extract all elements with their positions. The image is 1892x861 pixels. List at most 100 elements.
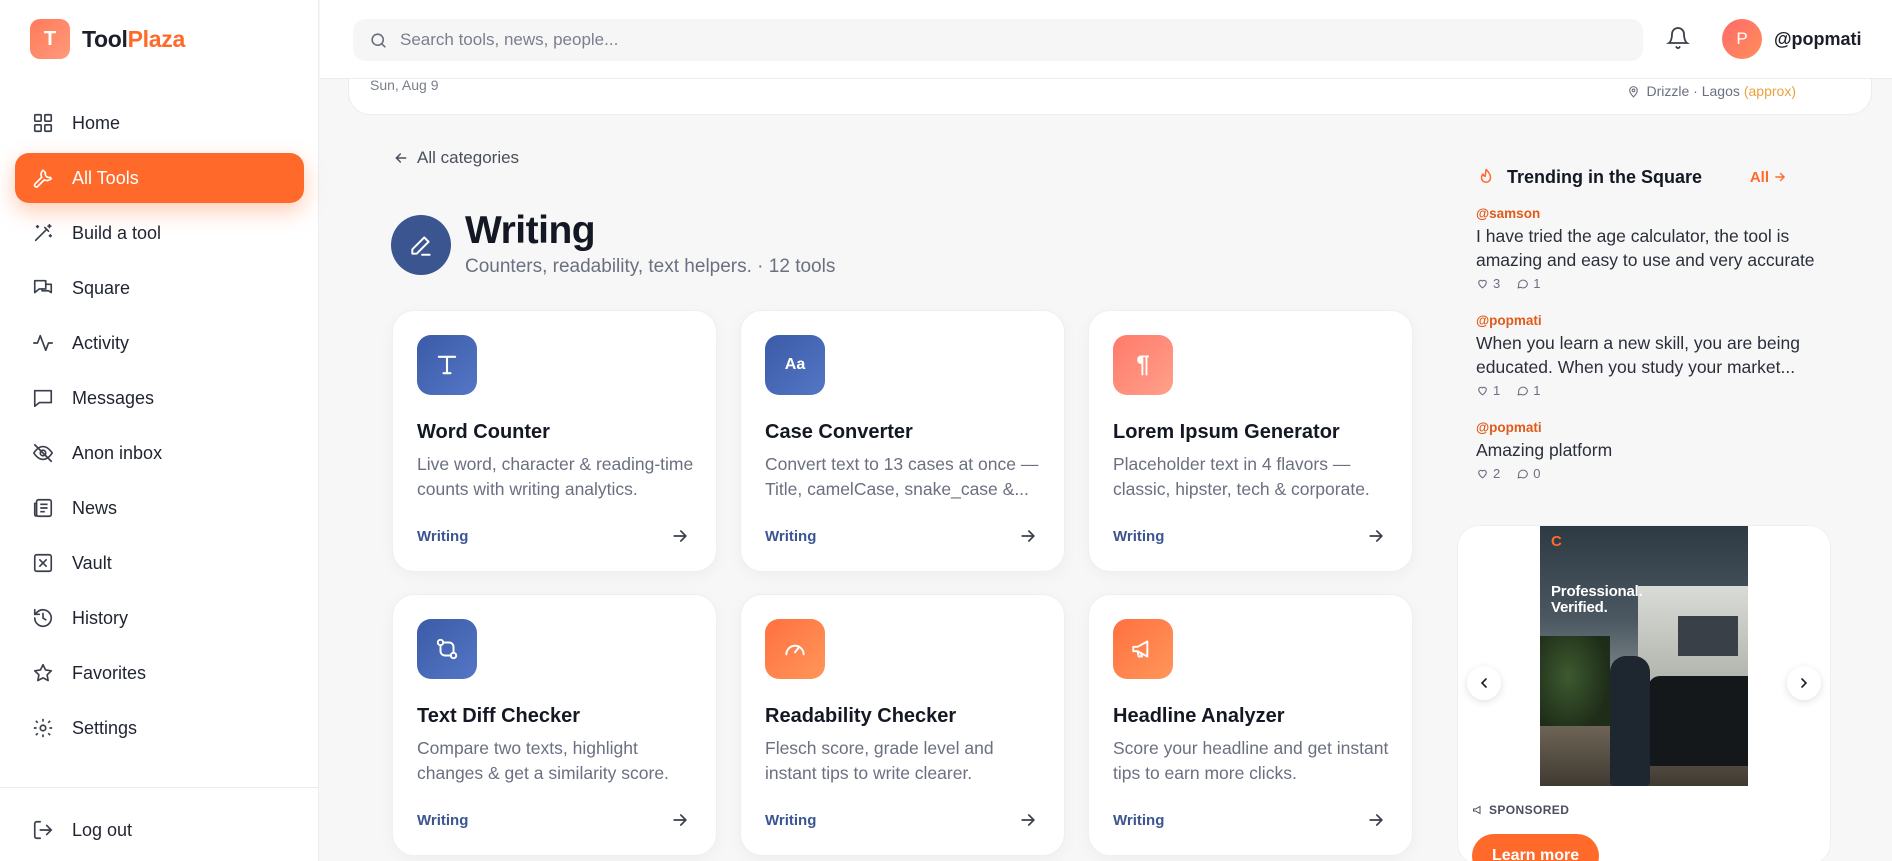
search-icon [369, 31, 388, 50]
carousel-next-button[interactable] [1787, 666, 1821, 700]
tool-category-tag: Writing [1113, 528, 1165, 545]
page-title: Writing [465, 209, 596, 252]
heart-icon [1476, 384, 1489, 397]
vault-icon [31, 551, 55, 575]
bell-icon[interactable] [1666, 26, 1690, 55]
like-button[interactable]: 1 [1476, 383, 1500, 398]
arrow-right-icon [670, 526, 690, 546]
tool-title: Word Counter [417, 421, 550, 443]
sidebar-item-anon-inbox[interactable]: Anon inbox [15, 428, 304, 478]
tool-title: Lorem Ipsum Generator [1113, 421, 1340, 443]
search-bar[interactable] [353, 19, 1643, 61]
post-handle[interactable]: @popmati [1476, 313, 1816, 328]
sidebar-item-square[interactable]: Square [15, 263, 304, 313]
tool-description: Convert text to 13 cases at once — Title… [765, 454, 1039, 499]
comment-button[interactable]: 1 [1516, 276, 1540, 291]
sidebar: T ToolPlaza Home All Tools Build a tool [0, 0, 319, 861]
chat-bubbles-icon [31, 276, 55, 300]
sidebar-item-settings[interactable]: Settings [15, 703, 304, 753]
post-handle[interactable]: @samson [1476, 206, 1816, 221]
sidebar-item-favorites[interactable]: Favorites [15, 648, 304, 698]
sponsored-card: C Professional. Verified. SPONSORED Lear… [1457, 525, 1831, 861]
sidebar-nav: Home All Tools Build a tool Square Activ… [15, 98, 304, 758]
logout-label: Log out [72, 819, 133, 840]
like-button[interactable]: 3 [1476, 276, 1500, 291]
arrow-right-icon [1018, 526, 1038, 546]
category-text: Writing Counters, readability, text help… [465, 211, 835, 278]
tool-category-tag: Writing [417, 812, 469, 829]
tool-card[interactable]: Word Counter Live word, character & read… [392, 310, 717, 572]
megaphone-icon [1113, 619, 1173, 679]
post-text: I have tried the age calculator, the too… [1476, 226, 1815, 270]
logout-icon [31, 818, 55, 842]
newspaper-icon [31, 496, 55, 520]
tool-title: Case Converter [765, 421, 913, 443]
sponsored-label: SPONSORED [1472, 803, 1569, 817]
ad-slogan-line2: Verified. [1551, 599, 1608, 616]
comment-button[interactable]: 1 [1516, 383, 1540, 398]
location-approx: (approx) [1743, 83, 1796, 99]
comment-icon [1516, 467, 1529, 480]
sidebar-item-build-a-tool[interactable]: Build a tool [15, 208, 304, 258]
sidebar-item-messages[interactable]: Messages [15, 373, 304, 423]
sponsored-text: SPONSORED [1489, 803, 1570, 817]
map-pin-icon [1627, 85, 1640, 98]
user-menu[interactable]: P @popmati [1722, 19, 1862, 59]
sidebar-item-home[interactable]: Home [15, 98, 304, 148]
grid-icon [31, 111, 55, 135]
ad-image-palm [1540, 636, 1610, 736]
sidebar-item-news[interactable]: News [15, 483, 304, 533]
trending-header: Trending in the Square All [1474, 163, 1814, 191]
search-input[interactable] [400, 30, 1600, 50]
post-meta: 2 0 [1476, 466, 1816, 481]
text-t-icon [417, 335, 477, 395]
sidebar-item-history[interactable]: History [15, 593, 304, 643]
post-handle[interactable]: @popmati [1476, 420, 1816, 435]
trending-post[interactable]: @popmati When you learn a new skill, you… [1476, 313, 1816, 398]
sidebar-item-label: History [72, 607, 129, 628]
tool-card[interactable]: ¶ Lorem Ipsum Generator Placeholder text… [1088, 310, 1413, 572]
arrow-right-icon [670, 810, 690, 830]
tool-card[interactable]: Text Diff Checker Compare two texts, hig… [392, 594, 717, 856]
tool-title: Headline Analyzer [1113, 705, 1285, 727]
eye-off-icon [31, 441, 55, 465]
back-to-categories-link[interactable]: All categories [393, 148, 519, 168]
logout-container: Log out [15, 805, 304, 860]
tool-description: Placeholder text in 4 flavors — classic,… [1113, 454, 1370, 499]
learn-more-button[interactable]: Learn more [1472, 834, 1600, 861]
sidebar-divider [0, 787, 319, 788]
logout-button[interactable]: Log out [15, 805, 304, 855]
trending-post[interactable]: @popmati Amazing platform 2 0 [1476, 420, 1816, 481]
like-button[interactable]: 2 [1476, 466, 1500, 481]
sidebar-item-all-tools[interactable]: All Tools [15, 153, 304, 203]
tool-card[interactable]: Readability Checker Flesch score, grade … [740, 594, 1065, 856]
tool-description: Compare two texts, highlight changes & g… [417, 738, 669, 783]
brand-logo[interactable]: T ToolPlaza [30, 19, 185, 59]
git-compare-icon [417, 619, 477, 679]
ad-image-car [1648, 676, 1748, 766]
like-count: 2 [1493, 466, 1501, 481]
sidebar-item-vault[interactable]: Vault [15, 538, 304, 588]
tool-category-tag: Writing [1113, 812, 1165, 829]
trending-panel: Trending in the Square All [1474, 163, 1814, 191]
arrow-right-icon [1018, 810, 1038, 830]
trending-all-link[interactable]: All [1750, 169, 1787, 186]
trending-all-label: All [1749, 168, 1769, 186]
sidebar-item-activity[interactable]: Activity [15, 318, 304, 368]
tool-card[interactable]: Headline Analyzer Score your headline an… [1088, 594, 1413, 856]
tool-category-tag: Writing [417, 528, 469, 545]
comment-button[interactable]: 0 [1516, 466, 1540, 481]
sidebar-item-label: Vault [72, 552, 112, 573]
gauge-icon [765, 619, 825, 679]
trending-post[interactable]: @samson I have tried the age calculator,… [1476, 206, 1816, 291]
chevron-left-icon [1476, 675, 1492, 691]
tool-card[interactable]: Aa Case Converter Convert text to 13 cas… [740, 310, 1065, 572]
sidebar-item-label: Settings [72, 717, 138, 738]
tool-description: Flesch score, grade level and instant ti… [765, 738, 994, 783]
carousel-prev-button[interactable] [1467, 666, 1501, 700]
comment-icon [1516, 384, 1529, 397]
tool-category-tag: Writing [765, 528, 817, 545]
tool-description: Live word, character & reading-time coun… [417, 454, 694, 499]
case-aa-icon: Aa [765, 335, 825, 395]
ad-image[interactable]: C Professional. Verified. [1540, 526, 1748, 786]
